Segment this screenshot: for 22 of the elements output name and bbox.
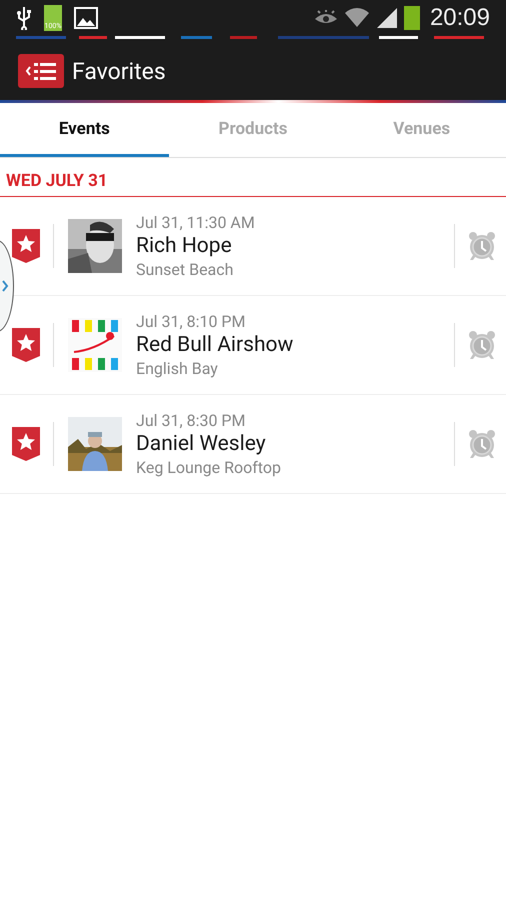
date-header: WED JULY 31 [0,171,506,197]
battery-icon [404,6,420,30]
event-time: Jul 31, 11:30 AM [136,213,256,232]
back-list-button[interactable] [18,54,64,88]
back-list-icon [24,61,58,81]
clock-time: 20:09 [430,4,490,32]
screen-title: Favorites [72,58,166,84]
event-venue: Sunset Beach [136,260,234,279]
event-title: Red Bull Airshow [136,333,294,357]
event-time: Jul 31, 8:30 PM [136,411,246,430]
image-icon [74,7,98,29]
signal-icon [376,7,398,29]
usb-icon [16,6,32,30]
eye-icon [314,10,338,26]
star-bookmark-icon[interactable] [12,427,40,461]
star-bookmark-icon[interactable] [12,328,40,362]
event-venue: English Bay [136,359,219,378]
star-bookmark-icon[interactable] [12,229,40,263]
event-title: Rich Hope [136,234,233,258]
event-time: Jul 31, 8:10 PM [136,312,246,331]
event-title: Daniel Wesley [136,432,267,456]
event-venue: Keg Lounge Rooftop [136,458,282,477]
